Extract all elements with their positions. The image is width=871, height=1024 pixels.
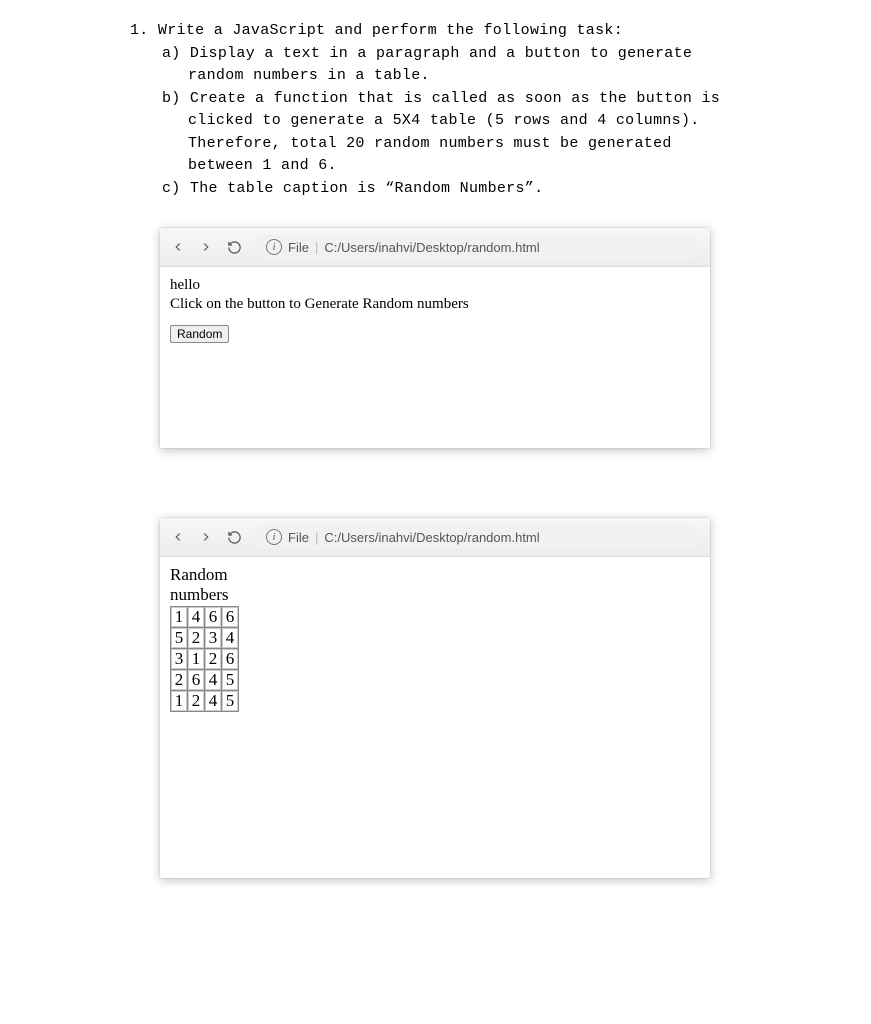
question-item-b: b) Create a function that is called as s… xyxy=(188,88,761,111)
table-cell: 4 xyxy=(222,628,239,649)
table-cell: 2 xyxy=(188,628,205,649)
file-chip: File xyxy=(288,240,309,255)
table-cell: 1 xyxy=(171,691,188,712)
forward-icon[interactable] xyxy=(198,529,214,545)
info-icon[interactable]: i xyxy=(266,529,282,545)
table-cell: 4 xyxy=(205,691,222,712)
addr-url: C:/Users/inahvi/Desktop/random.html xyxy=(324,240,539,255)
question-block: 1. Write a JavaScript and perform the fo… xyxy=(130,20,761,200)
page-viewport: Random numbers 1 4 6 6 5 2 3 4 xyxy=(160,557,710,720)
question-stem-text: Write a JavaScript and perform the follo… xyxy=(158,22,623,39)
addr-separator: | xyxy=(315,530,318,545)
table-cell: 2 xyxy=(171,670,188,691)
address-bar[interactable]: i File | C:/Users/inahvi/Desktop/random.… xyxy=(256,235,700,259)
item-label: a) xyxy=(162,45,181,62)
browser-window-2: i File | C:/Users/inahvi/Desktop/random.… xyxy=(160,518,710,878)
item-label: c) xyxy=(162,180,181,197)
random-numbers-table: Random numbers 1 4 6 6 5 2 3 4 xyxy=(170,565,239,712)
addr-separator: | xyxy=(315,240,318,255)
question-item-c: c) The table caption is “Random Numbers”… xyxy=(188,178,761,201)
table-cell: 6 xyxy=(222,649,239,670)
table-cell: 3 xyxy=(205,628,222,649)
address-bar[interactable]: i File | C:/Users/inahvi/Desktop/random.… xyxy=(256,525,700,549)
question-item-a: a) Display a text in a paragraph and a b… xyxy=(188,43,761,66)
table-cell: 6 xyxy=(188,670,205,691)
browser-toolbar: i File | C:/Users/inahvi/Desktop/random.… xyxy=(160,228,710,267)
item-text: Display a text in a paragraph and a butt… xyxy=(190,45,692,62)
question-number: 1. xyxy=(130,22,149,39)
table-cell: 6 xyxy=(222,607,239,628)
back-icon[interactable] xyxy=(170,239,186,255)
back-icon[interactable] xyxy=(170,529,186,545)
random-button[interactable]: Random xyxy=(170,325,229,343)
table-cell: 1 xyxy=(171,607,188,628)
table-cell: 5 xyxy=(222,670,239,691)
table-row: 1 4 6 6 xyxy=(171,607,239,628)
table-cell: 5 xyxy=(171,628,188,649)
table-row: 2 6 4 5 xyxy=(171,670,239,691)
addr-url: C:/Users/inahvi/Desktop/random.html xyxy=(324,530,539,545)
table-cell: 3 xyxy=(171,649,188,670)
table-cell: 4 xyxy=(205,670,222,691)
table-cell: 6 xyxy=(205,607,222,628)
item-label: b) xyxy=(162,90,181,107)
hello-text: hello xyxy=(170,277,700,294)
question-item-b-cont2: Therefore, total 20 random numbers must … xyxy=(188,133,761,156)
forward-icon[interactable] xyxy=(198,239,214,255)
file-chip: File xyxy=(288,530,309,545)
reload-icon[interactable] xyxy=(226,529,242,545)
instruction-text: Click on the button to Generate Random n… xyxy=(170,296,700,313)
item-text: The table caption is “Random Numbers”. xyxy=(190,180,543,197)
question-stem: 1. Write a JavaScript and perform the fo… xyxy=(156,20,761,43)
browser-window-1: i File | C:/Users/inahvi/Desktop/random.… xyxy=(160,228,710,448)
question-item-a-cont: random numbers in a table. xyxy=(188,65,761,88)
table-row: 5 2 3 4 xyxy=(171,628,239,649)
page-viewport: hello Click on the button to Generate Ra… xyxy=(160,267,710,351)
question-item-b-cont3: between 1 and 6. xyxy=(188,155,761,178)
table-cell: 5 xyxy=(222,691,239,712)
table-row: 1 2 4 5 xyxy=(171,691,239,712)
table-cell: 2 xyxy=(188,691,205,712)
browser-toolbar: i File | C:/Users/inahvi/Desktop/random.… xyxy=(160,518,710,557)
table-caption: Random numbers xyxy=(170,565,239,606)
item-text: Create a function that is called as soon… xyxy=(190,90,720,107)
table-cell: 2 xyxy=(205,649,222,670)
table-cell: 1 xyxy=(188,649,205,670)
question-item-b-cont1: clicked to generate a 5X4 table (5 rows … xyxy=(188,110,761,133)
table-row: 3 1 2 6 xyxy=(171,649,239,670)
table-cell: 4 xyxy=(188,607,205,628)
reload-icon[interactable] xyxy=(226,239,242,255)
info-icon[interactable]: i xyxy=(266,239,282,255)
